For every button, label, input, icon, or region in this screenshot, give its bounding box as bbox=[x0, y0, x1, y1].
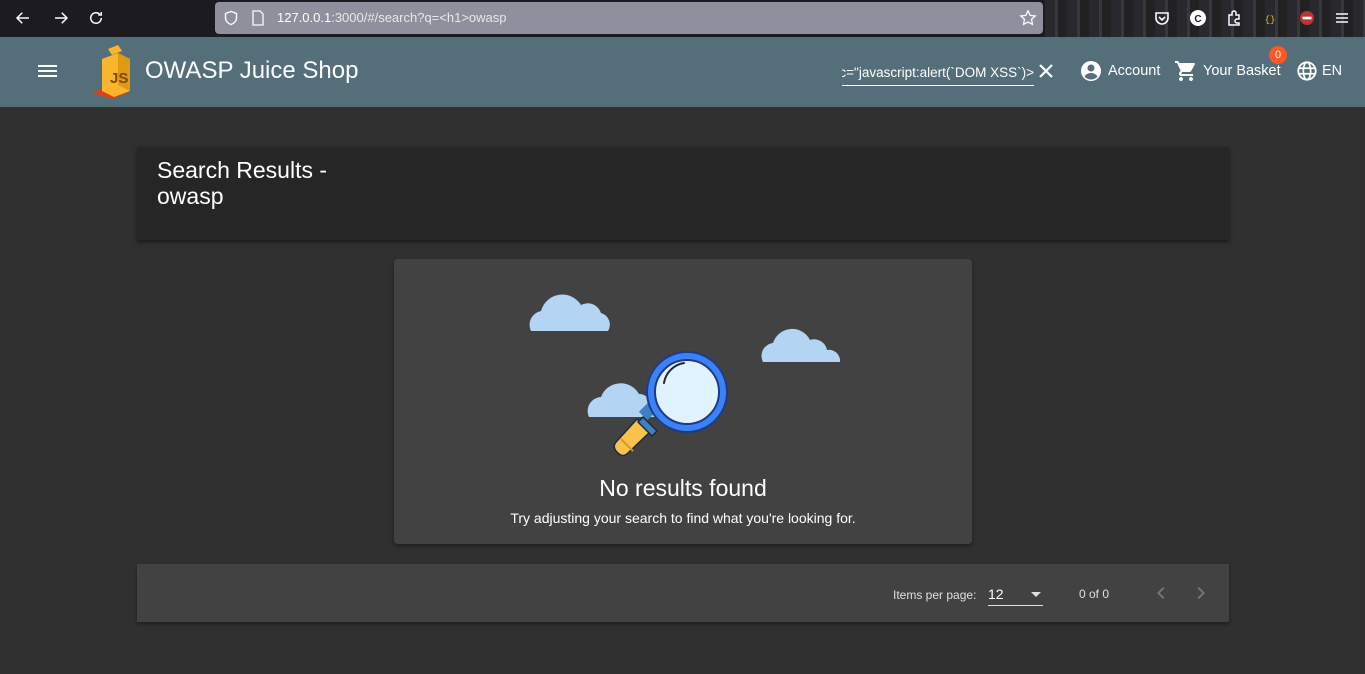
page-icon bbox=[252, 10, 264, 26]
app-toolbar: JS OWASP Juice Shop Account Your Basket … bbox=[0, 37, 1365, 107]
items-per-page-label: Items per page: bbox=[893, 588, 977, 602]
addon-stop-icon[interactable] bbox=[1295, 6, 1319, 30]
star-icon[interactable] bbox=[1019, 9, 1037, 27]
extension-c-icon[interactable]: C bbox=[1186, 6, 1210, 30]
search-results-header: Search Results - owasp bbox=[137, 147, 1229, 240]
basket-count-badge: 0 bbox=[1269, 46, 1287, 64]
empty-title: No results found bbox=[599, 475, 767, 501]
svg-text:C: C bbox=[1194, 14, 1201, 25]
chevron-right-icon bbox=[1197, 587, 1205, 599]
magnifier-clouds-illustration bbox=[529, 294, 841, 457]
dropdown-arrow-icon bbox=[1031, 592, 1041, 597]
hamburger-menu-icon[interactable] bbox=[33, 59, 61, 83]
pocket-icon[interactable] bbox=[1150, 6, 1174, 30]
items-per-page-select[interactable]: 12 bbox=[988, 584, 1043, 606]
close-icon[interactable] bbox=[1036, 61, 1056, 81]
basket-button[interactable]: Your Basket bbox=[1174, 59, 1281, 83]
account-label: Account bbox=[1108, 63, 1161, 79]
extension-icon[interactable] bbox=[1222, 6, 1246, 30]
search-field[interactable] bbox=[842, 60, 1034, 86]
svg-text:{}: {} bbox=[1265, 15, 1276, 25]
account-button[interactable]: Account bbox=[1080, 59, 1160, 83]
reload-icon[interactable] bbox=[83, 6, 109, 30]
svg-text:JS: JS bbox=[110, 70, 128, 87]
account-circle-icon bbox=[1081, 61, 1101, 81]
shield-icon[interactable] bbox=[223, 10, 239, 26]
forward-icon[interactable] bbox=[48, 6, 74, 30]
app-title[interactable]: OWASP Juice Shop bbox=[145, 57, 358, 85]
language-button[interactable]: EN bbox=[1296, 59, 1342, 83]
back-icon[interactable] bbox=[10, 6, 36, 30]
next-page-button[interactable] bbox=[1189, 581, 1213, 605]
paginator: Items per page: 12 0 of 0 bbox=[137, 564, 1229, 622]
language-label: EN bbox=[1322, 63, 1343, 79]
json-extension-icon[interactable]: {} bbox=[1258, 6, 1282, 30]
search-input[interactable] bbox=[842, 60, 1034, 84]
browser-toolbar: 127.0.0.1:3000/#/search?q=<h1>owasp C {} bbox=[0, 0, 1365, 37]
page-title: Search Results - owasp bbox=[157, 157, 328, 209]
basket-label: Your Basket bbox=[1203, 63, 1281, 79]
browser-menu-icon[interactable] bbox=[1330, 6, 1354, 30]
range-label: 0 of 0 bbox=[1079, 587, 1110, 601]
items-per-page-value: 12 bbox=[988, 586, 1004, 602]
url-text[interactable]: 127.0.0.1:3000/#/search?q=<h1>owasp bbox=[277, 10, 507, 25]
empty-subtitle: Try adjusting your search to find what y… bbox=[510, 510, 856, 526]
chevron-left-icon bbox=[1157, 587, 1165, 599]
no-results-card: No results found Try adjusting your sear… bbox=[394, 259, 972, 544]
globe-icon bbox=[1297, 61, 1317, 81]
previous-page-button[interactable] bbox=[1149, 581, 1173, 605]
juice-shop-logo[interactable]: JS bbox=[88, 43, 140, 101]
address-bar[interactable]: 127.0.0.1:3000/#/search?q=<h1>owasp bbox=[215, 2, 1043, 34]
shopping-cart-icon bbox=[1175, 61, 1195, 81]
